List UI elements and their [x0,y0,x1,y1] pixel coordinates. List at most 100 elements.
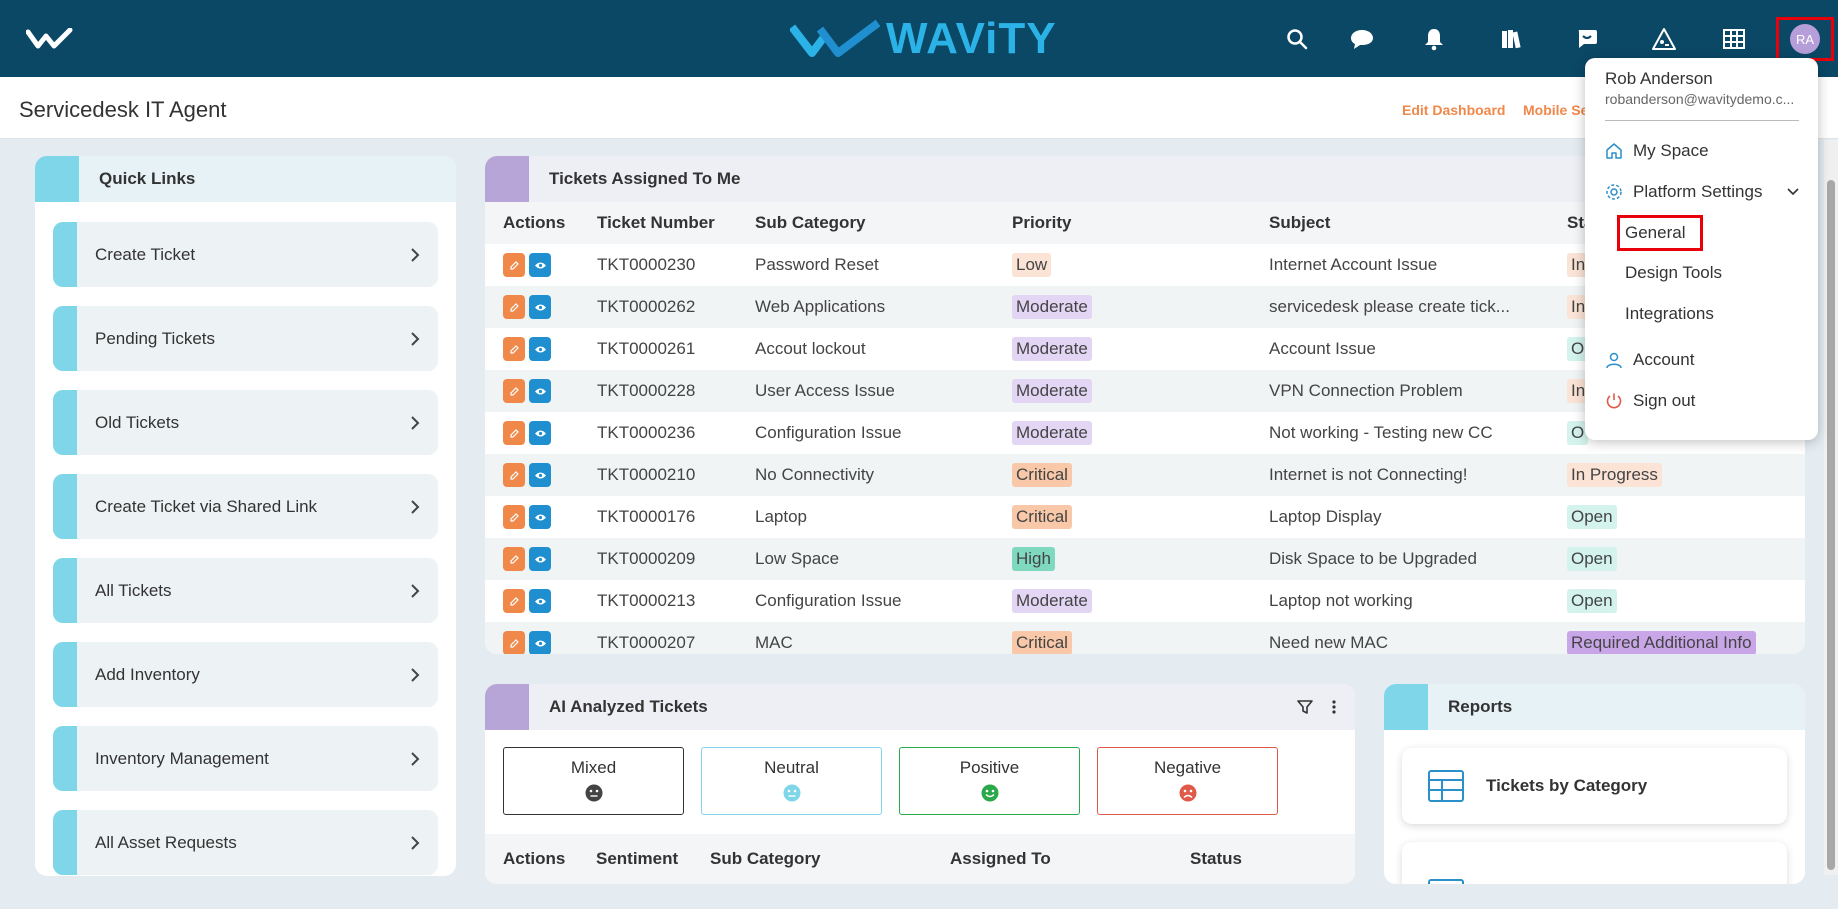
reports-header: Reports [1384,684,1805,730]
ticket-number-cell[interactable]: TKT0000230 [579,244,737,286]
subject-cell: Internet Account Issue [1269,255,1438,274]
bell-icon[interactable] [1418,23,1450,55]
column-header[interactable]: Priority [994,202,1251,244]
report-label: Tickets by Category [1486,776,1648,795]
column-header[interactable]: Ticket Number [579,202,737,244]
edit-icon[interactable] [503,505,525,529]
sentiment-label: Mixed [570,758,617,777]
edit-icon[interactable] [503,589,525,613]
table-row[interactable]: TKT0000176 Laptop Critical Laptop Display Op… [485,496,1805,538]
brand-name: WAViTY [886,14,1057,63]
table-row[interactable]: TKT0000207 MAC Critical Need new MAC Require… [485,622,1805,654]
edit-icon[interactable] [503,631,525,654]
eye-icon[interactable] [529,463,551,487]
column-header[interactable]: Status [1190,849,1242,869]
table-row[interactable]: TKT0000210 No Connectivity Critical Interne… [485,454,1805,496]
eye-icon[interactable] [529,547,551,571]
chevron-right-icon [411,667,420,682]
eye-icon[interactable] [529,337,551,361]
eye-icon[interactable] [529,631,551,654]
report-tickets-by-category[interactable]: Tickets by Category [1402,748,1787,824]
menu-item-platform-settings[interactable]: Platform Settings [1605,182,1799,202]
ai-analyzed-header: AI Analyzed Tickets [485,684,1355,730]
sentiment-positive-card[interactable]: Positive [899,747,1080,815]
quick-link-add-inventory[interactable]: Add Inventory [53,642,438,707]
quick-link-label: Old Tickets [95,412,180,432]
scrollbar-thumb[interactable] [1827,180,1835,870]
table-row[interactable]: TKT0000209 Low Space High Disk Space to be … [485,538,1805,580]
quick-link-all-tickets[interactable]: All Tickets [53,558,438,623]
ticket-number-cell[interactable]: TKT0000176 [579,496,737,538]
sentiment-negative-card[interactable]: Negative [1097,747,1278,815]
column-header[interactable]: Sub Category [710,849,821,869]
search-icon[interactable] [1281,23,1313,55]
column-header[interactable]: Actions [503,849,565,869]
submenu-item-integrations[interactable]: Integrations [1625,304,1714,324]
chat-icon[interactable] [1346,23,1378,55]
column-header[interactable]: Subject [1251,202,1549,244]
menu-item-account[interactable]: Account [1605,350,1694,370]
quick-link-shared-link[interactable]: Create Ticket via Shared Link [53,474,438,539]
edit-icon[interactable] [503,295,525,319]
edit-icon[interactable] [503,253,525,277]
feedback-icon[interactable] [1571,23,1603,55]
table-row[interactable]: TKT0000213 Configuration Issue Moderate Lap… [485,580,1805,622]
apps-grid-icon[interactable] [1718,23,1750,55]
submenu-item-general[interactable]: General [1625,223,1685,243]
subject-cell: Laptop Display [1269,507,1382,526]
edit-dashboard-link[interactable]: Edit Dashboard [1402,102,1505,118]
ticket-number-cell[interactable]: TKT0000210 [579,454,737,496]
subject-cell: Laptop not working [1269,591,1413,610]
eye-icon[interactable] [529,295,551,319]
user-avatar-button[interactable]: RA [1776,17,1834,61]
quick-link-create-ticket[interactable]: Create Ticket [53,222,438,287]
library-icon[interactable] [1496,23,1528,55]
quick-link-old-tickets[interactable]: Old Tickets [53,390,438,455]
sub-category-cell: Configuration Issue [755,423,902,442]
subject-cell: servicedesk please create tick... [1251,286,1549,328]
table-report-icon [1428,879,1464,884]
priority-badge: Moderate [1012,421,1092,445]
submenu-item-design-tools[interactable]: Design Tools [1625,263,1722,283]
eye-icon[interactable] [529,253,551,277]
ticket-number-cell[interactable]: TKT0000213 [579,580,737,622]
priority-cell: High [994,538,1251,580]
sub-category-cell: Laptop [755,507,807,526]
column-header[interactable]: Assigned To [950,849,1051,869]
quick-link-all-asset-requests[interactable]: All Asset Requests [53,810,438,875]
edit-icon[interactable] [503,463,525,487]
ticket-number-cell[interactable]: TKT0000209 [579,538,737,580]
eye-icon[interactable] [529,421,551,445]
ticket-number-cell[interactable]: TKT0000261 [579,328,737,370]
column-header[interactable]: Actions [485,202,579,244]
column-header[interactable]: Sentiment [596,849,678,869]
edit-icon[interactable] [503,421,525,445]
eye-icon[interactable] [529,505,551,529]
ticket-number-cell[interactable]: TKT0000236 [579,412,737,454]
eye-icon[interactable] [529,589,551,613]
filter-icon[interactable] [1297,699,1313,715]
priority-badge: Moderate [1012,295,1092,319]
report-card-next[interactable] [1402,842,1787,884]
mobile-settings-link[interactable]: Mobile Se [1523,102,1588,118]
menu-item-sign-out[interactable]: Sign out [1605,391,1695,411]
quick-link-inventory-management[interactable]: Inventory Management [53,726,438,791]
edit-icon[interactable] [503,547,525,571]
ticket-number-cell[interactable]: TKT0000207 [579,622,737,654]
sentiment-mixed-card[interactable]: Mixed [503,747,684,815]
home-logo-icon[interactable] [25,27,74,55]
warning-icon[interactable] [1648,23,1680,55]
home-icon [1606,143,1622,159]
priority-cell: Moderate [994,286,1251,328]
edit-icon[interactable] [503,337,525,361]
quick-link-label: Create Ticket [95,244,196,264]
column-header[interactable]: Sub Category [737,202,994,244]
more-options-icon[interactable] [1331,699,1337,715]
quick-link-pending-tickets[interactable]: Pending Tickets [53,306,438,371]
edit-icon[interactable] [503,379,525,403]
ticket-number-cell[interactable]: TKT0000262 [579,286,737,328]
eye-icon[interactable] [529,379,551,403]
sentiment-neutral-card[interactable]: Neutral [701,747,882,815]
menu-item-my-space[interactable]: My Space [1605,141,1709,161]
ticket-number-cell[interactable]: TKT0000228 [579,370,737,412]
